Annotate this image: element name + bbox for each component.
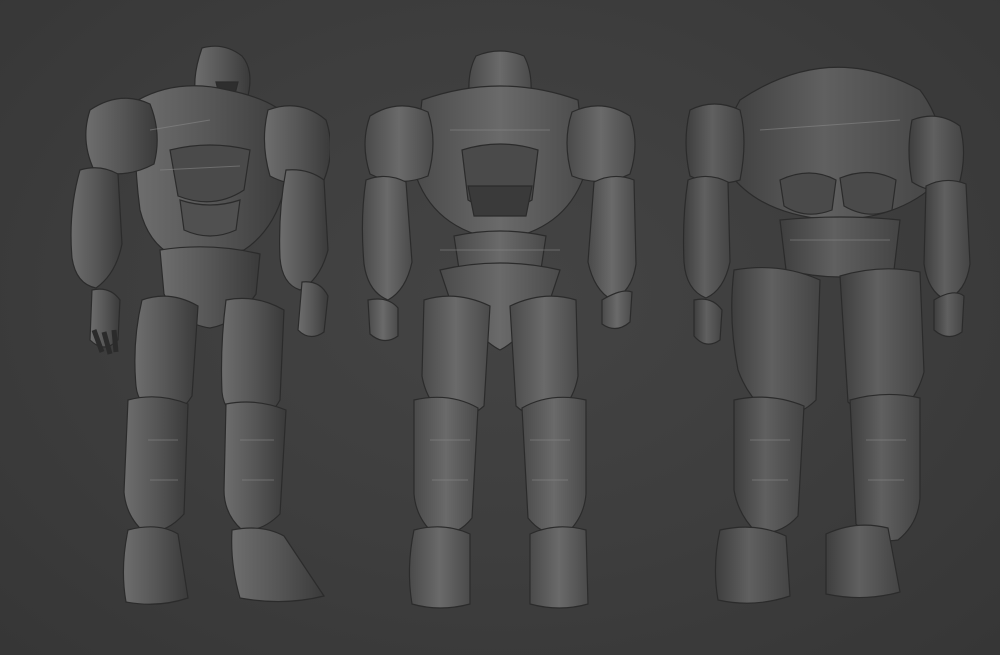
armor-figure-back-view bbox=[682, 66, 971, 604]
armor-figure-three-quarter-view bbox=[70, 45, 330, 605]
turnaround-render-canvas bbox=[0, 0, 1000, 655]
armor-figure-front-view bbox=[361, 50, 637, 609]
